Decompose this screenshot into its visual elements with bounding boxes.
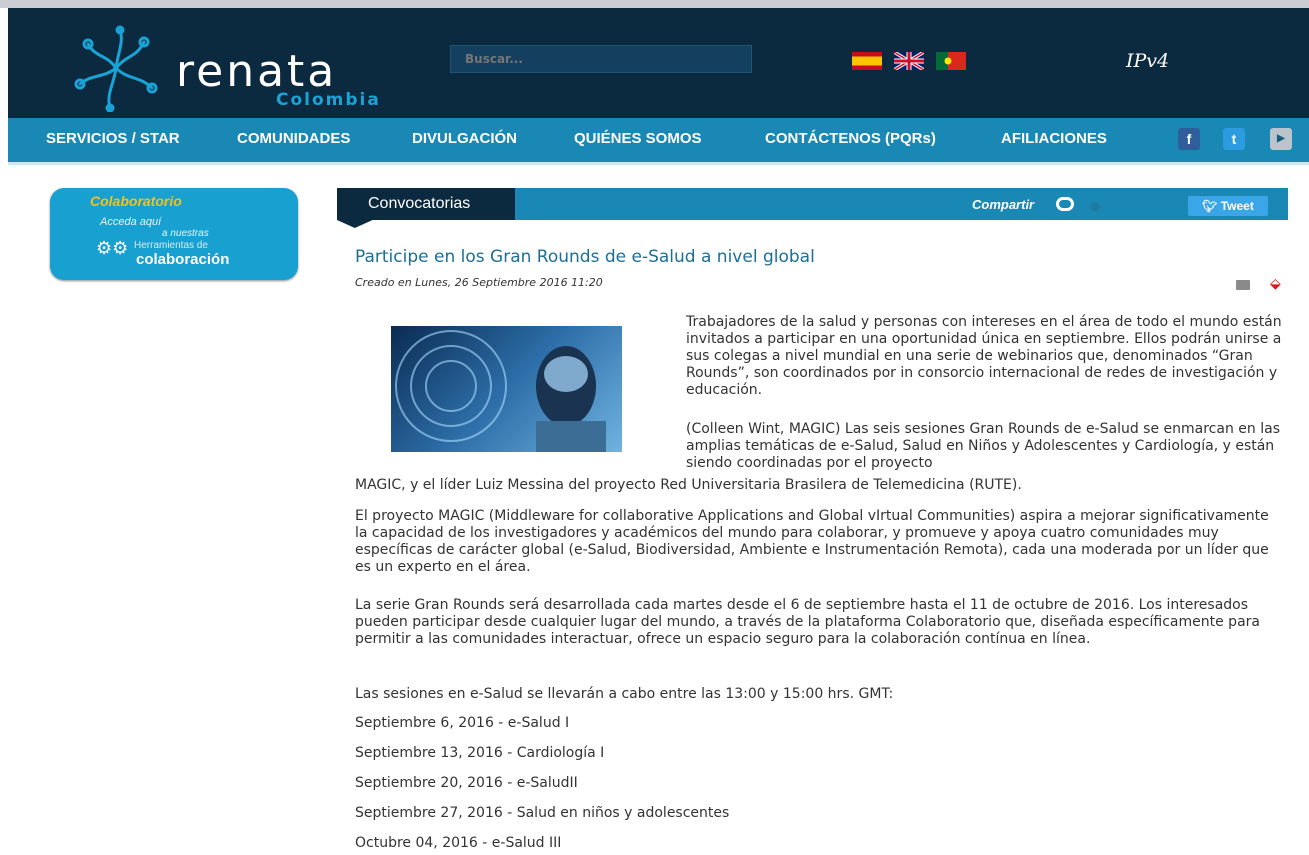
print-icon[interactable] — [1236, 280, 1250, 290]
site-header: renata Colombia IPv4 — [8, 8, 1309, 118]
search-input[interactable] — [450, 45, 752, 73]
youtube-icon[interactable]: ▶ — [1270, 128, 1292, 150]
article-title[interactable]: Participe en los Gran Rounds de e-Salud … — [355, 247, 815, 267]
article-paragraph-2b: MAGIC, y el líder Luiz Messina del proye… — [355, 477, 1022, 493]
section-title: Convocatorias — [368, 195, 471, 212]
share-label: Compartir — [972, 197, 1035, 212]
article-paragraph-2a: (Colleen Wint, MAGIC) Las seis sesiones … — [686, 421, 1280, 471]
article-paragraph-4: La serie Gran Rounds será desarrollada c… — [355, 597, 1260, 647]
twitter-bird-icon: 🐦︎ — [1202, 199, 1221, 213]
banner-colaboracion: colaboración — [136, 251, 230, 268]
session-item: Septiembre 6, 2016 - e-Salud I — [355, 715, 570, 731]
article-image — [391, 326, 622, 452]
gears-icon: ⚙⚙ — [96, 238, 129, 259]
article-date: Creado en Lunes, 26 Septiembre 2016 11:2… — [355, 276, 603, 289]
flag-uk-icon[interactable] — [894, 52, 924, 70]
flag-spain-icon[interactable] — [852, 52, 882, 70]
banner-herramientas: Herramientas de — [134, 240, 208, 251]
renata-logo[interactable]: renata Colombia — [66, 24, 386, 112]
nav-item-divulgacion[interactable]: DIVULGACIÓN — [412, 130, 517, 147]
banner-title: Colaboratorio — [90, 193, 182, 209]
colaboratorio-banner[interactable]: Colaboratorio Acceda aquí a nuestras ⚙⚙ … — [50, 188, 298, 280]
banner-acceda: Acceda aquí — [100, 216, 162, 228]
nav-item-comunidades[interactable]: COMUNIDADES — [237, 130, 350, 147]
article-paragraph-1: Trabajadores de la salud y personas con … — [686, 314, 1282, 398]
renata-logo-icon — [74, 25, 158, 112]
language-flags — [852, 52, 966, 70]
facebook-icon[interactable]: f — [1178, 128, 1200, 150]
session-item: Octubre 04, 2016 - e-Salud III — [355, 835, 562, 851]
article-image-graphic — [395, 330, 606, 452]
banner-nuestras: a nuestras — [162, 228, 209, 239]
logo-subtitle: Colombia — [276, 90, 381, 110]
share-icon[interactable] — [1056, 197, 1074, 211]
article-paragraph-3: El proyecto MAGIC (Middleware for collab… — [355, 508, 1269, 575]
session-item: Septiembre 20, 2016 - e-SaludII — [355, 775, 578, 791]
browser-top-strip — [0, 0, 1309, 8]
nav-item-servicios[interactable]: SERVICIOS / STAR — [46, 130, 180, 147]
tweet-button[interactable]: 🐦︎ Tweet — [1188, 196, 1268, 216]
pdf-icon[interactable]: ⬙ — [1270, 276, 1281, 292]
ipv4-indicator: IPv4 — [1126, 50, 1170, 72]
share-placeholder-icon[interactable]: ● — [1090, 199, 1100, 213]
nav-item-quienes-somos[interactable]: QUIÉNES SOMOS — [574, 130, 702, 147]
flag-portugal-icon[interactable] — [936, 52, 966, 70]
nav-item-contactenos[interactable]: CONTÁCTENOS (PQRs) — [765, 130, 936, 147]
twitter-icon[interactable]: t — [1223, 128, 1245, 150]
main-nav: SERVICIOS / STAR COMUNIDADES DIVULGACIÓN… — [8, 118, 1309, 165]
tweet-label: Tweet — [1220, 199, 1254, 213]
session-item: Septiembre 27, 2016 - Salud en niños y a… — [355, 805, 730, 821]
session-item: Septiembre 13, 2016 - Cardiología I — [355, 745, 605, 761]
article-paragraph-5: Las sesiones en e-Salud se llevarán a ca… — [355, 686, 894, 702]
nav-item-afiliaciones[interactable]: AFILIACIONES — [1001, 130, 1107, 147]
